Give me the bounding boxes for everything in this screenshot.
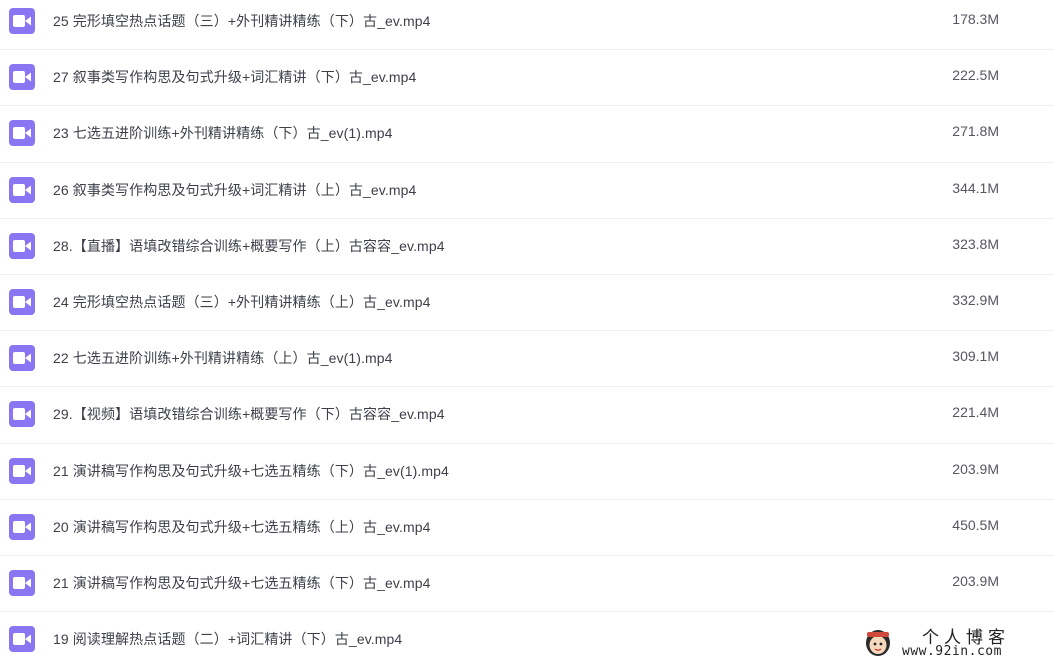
- file-size: 203.9M: [952, 572, 999, 589]
- video-icon: [9, 626, 35, 653]
- file-name[interactable]: 27 叙事类写作构思及句式升级+词汇精讲（下）古_ev.mp4: [53, 67, 416, 87]
- file-name[interactable]: 25 完形填空热点话题（三）+外刊精讲精练（下）古_ev.mp4: [53, 11, 431, 31]
- file-name[interactable]: 28.【直播】语填改错综合训练+概要写作（上）古容容_ev.mp4: [53, 236, 445, 256]
- file-name[interactable]: 21 演讲稿写作构思及句式升级+七选五精练（下）古_ev(1).mp4: [53, 461, 449, 481]
- video-icon: [9, 457, 35, 484]
- file-size: 203.9M: [952, 460, 999, 477]
- video-icon: [9, 288, 35, 315]
- video-icon: [9, 513, 35, 540]
- file-size: 450.5M: [952, 516, 999, 533]
- file-row[interactable]: 25 完形填空热点话题（三）+外刊精讲精练（下）古_ev.mp4 178.3M: [0, 0, 1054, 51]
- video-icon: [9, 569, 35, 596]
- file-row[interactable]: 26 叙事类写作构思及句式升级+词汇精讲（上）古_ev.mp4 344.1M: [0, 163, 1054, 219]
- file-row[interactable]: 23 七选五进阶训练+外刊精讲精练（下）古_ev(1).mp4 271.8M: [0, 106, 1054, 163]
- file-size: 222.5M: [952, 67, 999, 84]
- file-name[interactable]: 20 演讲稿写作构思及句式升级+七选五精练（上）古_ev.mp4: [53, 517, 431, 537]
- video-icon: [9, 232, 35, 259]
- watermark-url: www.92in.com: [902, 644, 1002, 659]
- file-row[interactable]: 20 演讲稿写作构思及句式升级+七选五精练（上）古_ev.mp4 450.5M: [0, 500, 1054, 556]
- file-list: 25 完形填空热点话题（三）+外刊精讲精练（下）古_ev.mp4 178.3M …: [0, 0, 1054, 668]
- file-size: 271.8M: [952, 123, 999, 140]
- file-row[interactable]: 24 完形填空热点话题（三）+外刊精讲精练（上）古_ev.mp4 332.9M: [0, 275, 1054, 332]
- video-icon: [9, 345, 35, 372]
- file-row[interactable]: 27 叙事类写作构思及句式升级+词汇精讲（下）古_ev.mp4 222.5M: [0, 50, 1054, 107]
- file-name[interactable]: 29.【视频】语填改错综合训练+概要写作（下）古容容_ev.mp4: [53, 404, 445, 424]
- file-size: 332.9M: [952, 291, 999, 308]
- file-name[interactable]: 19 阅读理解热点话题（二）+词汇精讲（下）古_ev.mp4: [53, 629, 402, 649]
- file-row[interactable]: 28.【直播】语填改错综合训练+概要写作（上）古容容_ev.mp4 323.8M: [0, 219, 1054, 275]
- file-size: 323.8M: [952, 235, 999, 252]
- file-name[interactable]: 24 完形填空热点话题（三）+外刊精讲精练（上）古_ev.mp4: [53, 292, 431, 312]
- file-row[interactable]: 29.【视频】语填改错综合训练+概要写作（下）古容容_ev.mp4 221.4M: [0, 387, 1054, 444]
- video-icon: [9, 176, 35, 203]
- file-name[interactable]: 23 七选五进阶训练+外刊精讲精练（下）古_ev(1).mp4: [53, 123, 393, 143]
- file-name[interactable]: 26 叙事类写作构思及句式升级+词汇精讲（上）古_ev.mp4: [53, 180, 416, 200]
- file-size: 178.3M: [952, 11, 999, 27]
- file-row[interactable]: 22 七选五进阶训练+外刊精讲精练（上）古_ev(1).mp4 309.1M: [0, 331, 1054, 388]
- file-size: 309.1M: [952, 348, 999, 365]
- video-icon: [9, 8, 35, 34]
- video-icon: [9, 64, 35, 91]
- video-icon: [9, 401, 35, 428]
- file-name[interactable]: 22 七选五进阶训练+外刊精讲精练（上）古_ev(1).mp4: [53, 348, 393, 368]
- video-icon: [9, 120, 35, 147]
- file-size: 344.1M: [952, 179, 999, 196]
- file-row[interactable]: 21 演讲稿写作构思及句式升级+七选五精练（下）古_ev(1).mp4 203.…: [0, 444, 1054, 500]
- cartoon-avatar-icon: [866, 630, 890, 656]
- file-row[interactable]: 21 演讲稿写作构思及句式升级+七选五精练（下）古_ev.mp4 203.9M: [0, 556, 1054, 613]
- file-size: 221.4M: [952, 404, 999, 421]
- blog-watermark: 个人博客 www.92in.com: [858, 622, 1054, 664]
- file-name[interactable]: 21 演讲稿写作构思及句式升级+七选五精练（下）古_ev.mp4: [53, 573, 431, 593]
